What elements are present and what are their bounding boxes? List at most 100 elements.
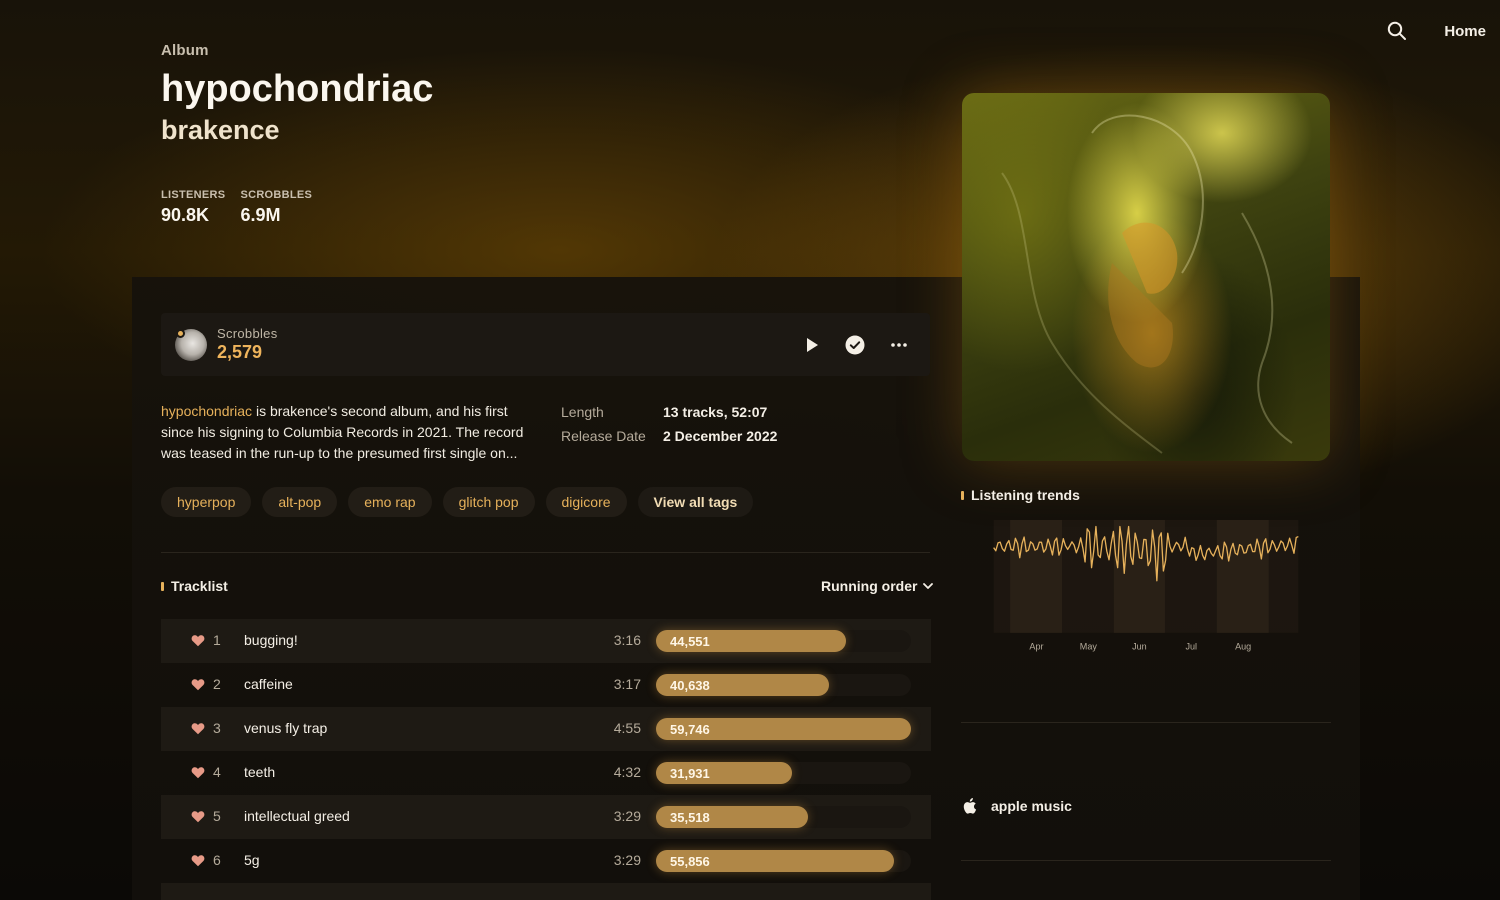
track-row[interactable]: 3 venus fly trap 4:55 59,746 [161,707,931,751]
play-button[interactable] [800,333,824,357]
heart-icon[interactable] [191,810,205,823]
heart-icon[interactable] [191,854,205,867]
plays-count: 31,931 [670,766,710,781]
stat-label: SCROBBLES [240,189,313,201]
plays-count: 55,856 [670,854,710,869]
heading-marker [961,490,964,500]
album-title: hypochondriac [161,68,434,110]
status-dot [176,329,185,338]
tracklist-title: Tracklist [171,578,228,594]
track-row[interactable]: 4 teeth 4:32 31,931 [161,751,931,795]
track-number: 2 [213,676,221,692]
meta-row: Release Date 2 December 2022 [561,424,777,448]
plays-bar-track: 44,551 [656,630,911,652]
month-label: Aug [1235,641,1251,651]
tag-chip[interactable]: alt-pop [262,487,338,517]
chart-area [993,520,1299,633]
track-number: 1 [213,632,221,648]
plays-count: 35,518 [670,810,710,825]
month-label: Jun [1132,641,1147,651]
meta-value: 2 December 2022 [663,428,778,444]
search-icon[interactable] [1386,20,1408,42]
plays-count: 44,551 [670,634,710,649]
meta-row: Length 13 tracks, 52:07 [561,400,777,424]
view-all-tags-button[interactable]: View all tags [637,487,754,517]
track-duration: 3:29 [613,808,641,824]
artwork-texture [1001,114,1293,454]
nav-home-link[interactable]: Home [1444,23,1486,40]
plays-bar-track: 40,638 [656,674,911,696]
apple-music-link[interactable]: apple music [961,797,1072,815]
play-icon [807,338,818,352]
heart-icon[interactable] [191,678,205,691]
track-name-link[interactable]: teeth [244,764,275,780]
artist-name-link[interactable]: brakence [161,113,433,147]
heading-marker [161,581,164,591]
listening-trends-heading: Listening trends [961,487,1080,503]
track-duration: 3:29 [613,852,641,868]
tag-chip[interactable]: glitch pop [442,487,535,517]
tracklist: 1 bugging! 3:16 44,551 2 caffeine 3:17 40,638 3 v… [161,619,931,900]
listening-trends-title: Listening trends [971,487,1080,503]
plays-bar-track: 35,518 [656,806,911,828]
listening-trends-chart: Apr May Jun Jul Aug [993,520,1299,651]
sort-dropdown[interactable]: Running order [821,578,934,594]
heart-icon[interactable] [191,634,205,647]
stat-listeners: LISTENERS 90.8K [161,189,225,226]
top-navigation: Home [1386,20,1486,42]
user-scrobbles-bar: Scrobbles 2,579 [161,313,930,376]
track-row[interactable]: 2 caffeine 3:17 40,638 [161,663,931,707]
track-duration: 4:32 [613,764,641,780]
month-label: May [1080,641,1098,651]
tag-chip[interactable]: hyperpop [161,487,252,517]
track-number: 3 [213,720,221,736]
track-name-link[interactable]: 5g [244,852,260,868]
plays-bar-track: 55,856 [656,850,911,872]
album-header: Album hypochondriac brakence LISTENERS 9… [161,42,433,226]
meta-key: Release Date [561,428,646,444]
stat-label: LISTENERS [161,189,226,201]
track-number: 5 [213,808,221,824]
more-options-button[interactable] [887,333,911,357]
tag-list: hyperpop alt-pop emo rap glitch pop digi… [161,487,754,517]
plays-count: 59,746 [670,722,710,737]
meta-value: 13 tracks, 52:07 [663,404,768,420]
track-row[interactable]: 6 5g 3:29 55,856 [161,839,931,883]
description-highlight-link[interactable]: hypochondriac [161,403,252,419]
heart-icon[interactable] [191,722,205,735]
more-icon [891,343,907,347]
album-metadata: Length 13 tracks, 52:07 Release Date 2 D… [561,400,777,448]
section-divider [961,860,1331,861]
track-number: 6 [213,852,221,868]
chevron-down-icon [923,582,934,589]
month-label: Jul [1186,641,1198,651]
track-name-link[interactable]: caffeine [244,676,293,692]
album-description: hypochondriac is brakence's second album… [161,401,533,464]
album-stats: LISTENERS 90.8K SCROBBLES 6.9M [161,189,433,226]
tag-chip[interactable]: emo rap [348,487,432,517]
section-divider [161,552,930,553]
heart-icon[interactable] [191,766,205,779]
tag-chip[interactable]: digicore [545,487,627,517]
track-name-link[interactable]: venus fly trap [244,720,327,736]
track-row[interactable] [161,883,931,900]
section-divider [961,722,1331,723]
plays-bar-track: 59,746 [656,718,911,740]
mark-listened-button[interactable] [843,333,867,357]
track-name-link[interactable]: intellectual greed [244,808,350,824]
track-number: 4 [213,764,221,780]
apple-icon [963,798,977,814]
plays-count: 40,638 [670,678,710,693]
stat-value: 6.9M [240,205,281,225]
sort-label: Running order [821,578,918,594]
stat-value: 90.8K [161,205,210,225]
track-duration: 4:55 [613,720,641,736]
track-row[interactable]: 5 intellectual greed 3:29 35,518 [161,795,931,839]
album-artwork [962,93,1330,461]
track-name-link[interactable]: bugging! [244,632,298,648]
scrobbles-count: 2,579 [217,342,263,362]
stat-scrobbles: SCROBBLES 6.9M [240,189,312,226]
meta-key: Length [561,404,604,420]
tracklist-heading: Tracklist [161,578,228,594]
track-row[interactable]: 1 bugging! 3:16 44,551 [161,619,931,663]
